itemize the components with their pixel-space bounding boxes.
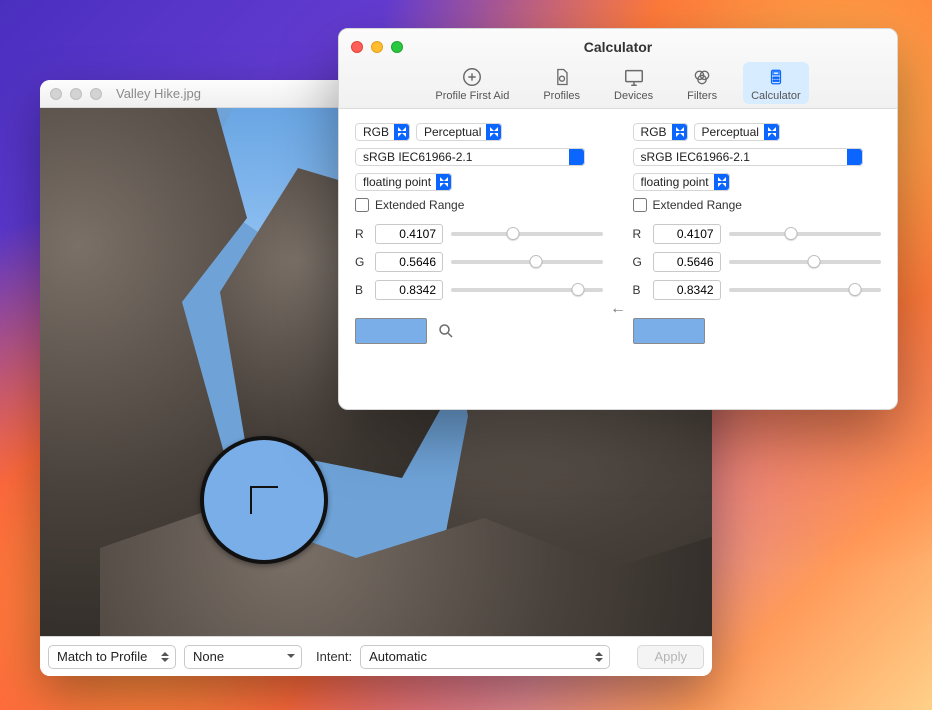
dest-color-column: RGB Perceptual sRGB IEC61966-2.1 floatin… [633, 123, 881, 344]
match-profile-select[interactable]: None [184, 645, 302, 669]
channel-label-b: B [633, 283, 645, 297]
toolbar-profile-first-aid[interactable]: Profile First Aid [427, 62, 517, 104]
toolbar-label: Calculator [751, 90, 801, 102]
crosshair-icon [250, 486, 278, 514]
conversion-direction[interactable]: ← [603, 123, 632, 344]
source-g-slider[interactable] [451, 260, 603, 264]
colorsync-toolbar: Profile First Aid Profiles Devices Filte… [339, 62, 897, 104]
toolbar-devices[interactable]: Devices [606, 62, 661, 104]
toolbar-label: Filters [687, 90, 717, 102]
dest-intent-select[interactable]: Perceptual [694, 123, 780, 141]
dest-channel-r: R [633, 224, 881, 244]
image-window-title: Valley Hike.jpg [116, 86, 201, 101]
channel-label-g: G [633, 255, 645, 269]
intent-select[interactable]: Automatic [360, 645, 610, 669]
dest-b-input[interactable] [653, 280, 721, 300]
source-b-slider[interactable] [451, 288, 603, 292]
source-channel-g: G [355, 252, 603, 272]
source-color-column: RGB Perceptual sRGB IEC61966-2.1 floatin… [355, 123, 603, 344]
source-b-input[interactable] [375, 280, 443, 300]
dest-b-slider[interactable] [729, 288, 881, 292]
dest-format-select[interactable]: floating point [633, 173, 730, 191]
toolbar-label: Profiles [543, 90, 580, 102]
document-gear-icon [551, 66, 573, 88]
toolbar-filters[interactable]: Filters [679, 62, 725, 104]
source-color-swatch [355, 318, 427, 344]
filters-icon [691, 66, 713, 88]
image-window-traffic-lights [50, 88, 102, 100]
channel-label-g: G [355, 255, 367, 269]
channel-label-r: R [633, 227, 645, 241]
toolbar-calculator[interactable]: Calculator [743, 62, 809, 104]
source-profile-select[interactable]: sRGB IEC61966-2.1 [355, 148, 585, 166]
image-window-footer: Match to Profile None Intent: Automatic … [40, 636, 712, 676]
dest-extended-range-label: Extended Range [653, 198, 742, 212]
dest-extended-range-checkbox[interactable]: Extended Range [633, 198, 881, 212]
source-intent-select[interactable]: Perceptual [416, 123, 502, 141]
dest-g-input[interactable] [653, 252, 721, 272]
source-channel-r: R [355, 224, 603, 244]
intent-label: Intent: [316, 649, 352, 664]
toolbar-profiles[interactable]: Profiles [535, 62, 588, 104]
toolbar-label: Devices [614, 90, 653, 102]
toolbar-label: Profile First Aid [435, 90, 509, 102]
dest-r-slider[interactable] [729, 232, 881, 236]
image-window-close-button[interactable] [50, 88, 62, 100]
apply-button[interactable]: Apply [637, 645, 704, 669]
source-extended-range-input[interactable] [355, 198, 369, 212]
source-r-input[interactable] [375, 224, 443, 244]
dest-g-slider[interactable] [729, 260, 881, 264]
dest-color-swatch [633, 318, 705, 344]
source-channel-b: B [355, 280, 603, 300]
arrow-left-icon: ← [610, 300, 626, 318]
channel-label-r: R [355, 227, 367, 241]
source-g-input[interactable] [375, 252, 443, 272]
calculator-icon [765, 66, 787, 88]
source-colorspace-select[interactable]: RGB [355, 123, 410, 141]
colorsync-window: Calculator Profile First Aid Profiles De… [338, 28, 898, 410]
dest-profile-select[interactable]: sRGB IEC61966-2.1 [633, 148, 863, 166]
dest-channel-b: B [633, 280, 881, 300]
source-extended-range-checkbox[interactable]: Extended Range [355, 198, 603, 212]
colorsync-titlebar[interactable]: Calculator Profile First Aid Profiles De… [339, 29, 897, 109]
magnifier-icon[interactable] [437, 322, 455, 340]
color-sample-loupe[interactable] [200, 436, 328, 564]
source-format-select[interactable]: floating point [355, 173, 452, 191]
calculator-body: RGB Perceptual sRGB IEC61966-2.1 floatin… [339, 109, 897, 360]
dest-r-input[interactable] [653, 224, 721, 244]
first-aid-icon [461, 66, 483, 88]
dest-colorspace-select[interactable]: RGB [633, 123, 688, 141]
dest-extended-range-input[interactable] [633, 198, 647, 212]
dest-channel-g: G [633, 252, 881, 272]
display-icon [623, 66, 645, 88]
match-mode-select[interactable]: Match to Profile [48, 645, 176, 669]
source-r-slider[interactable] [451, 232, 603, 236]
image-window-minimize-button[interactable] [70, 88, 82, 100]
colorsync-window-title: Calculator [339, 39, 897, 55]
source-extended-range-label: Extended Range [375, 198, 464, 212]
image-window-zoom-button[interactable] [90, 88, 102, 100]
channel-label-b: B [355, 283, 367, 297]
